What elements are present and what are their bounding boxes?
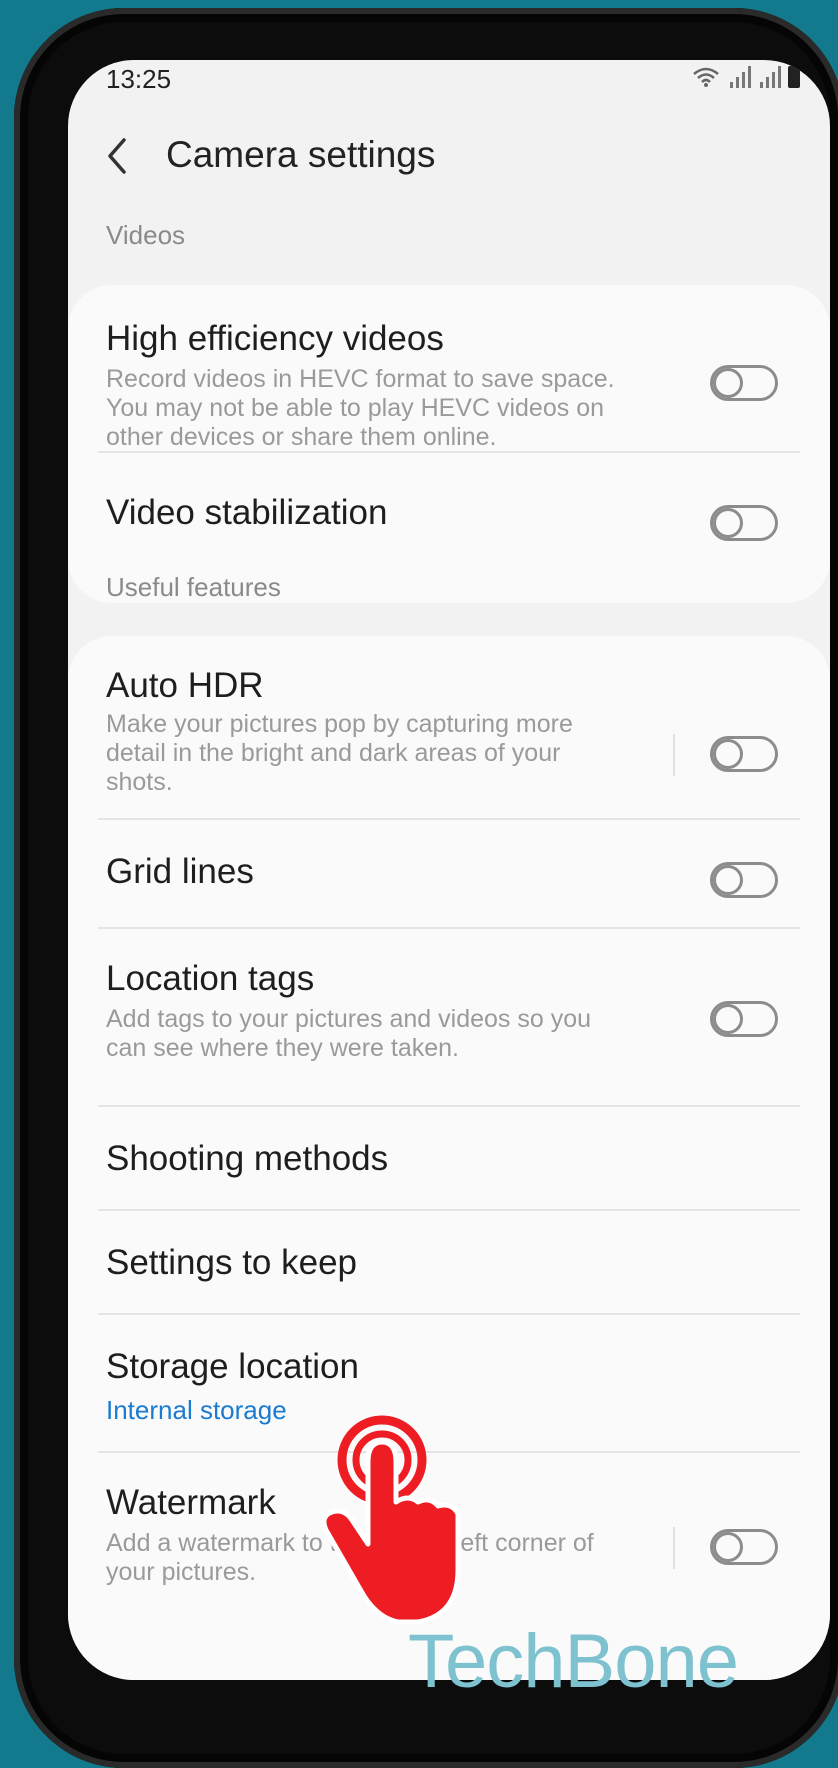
toggle-knob <box>713 1004 743 1034</box>
tap-hand-icon <box>321 1415 461 1625</box>
setting-description: Make your pictures pop by capturing more… <box>106 710 573 796</box>
videos-card: High efficiency videos Record videos in … <box>68 285 830 603</box>
hevc-toggle[interactable] <box>710 365 778 401</box>
setting-high-efficiency-videos[interactable]: High efficiency videos Record videos in … <box>68 285 830 455</box>
separator <box>673 734 675 776</box>
setting-location-tags[interactable]: Location tags Add tags to your pictures … <box>68 929 830 1105</box>
setting-shooting-methods[interactable]: Shooting methods <box>68 1107 830 1209</box>
signal-icon <box>728 66 751 88</box>
setting-title: Settings to keep <box>106 1243 357 1282</box>
setting-description: Record videos in HEVC format to save spa… <box>106 365 615 451</box>
battery-icon <box>788 63 800 88</box>
setting-video-stabilization[interactable]: Video stabilization <box>68 453 830 573</box>
setting-value: Internal storage <box>106 1395 287 1425</box>
toggle-knob <box>713 368 743 398</box>
app-header: Camera settings <box>68 126 830 196</box>
grid-lines-toggle[interactable] <box>710 862 778 898</box>
status-icons <box>692 63 800 88</box>
location-tags-toggle[interactable] <box>710 1001 778 1037</box>
watermark-toggle[interactable] <box>710 1529 778 1565</box>
signal-icon <box>758 66 781 88</box>
page-title: Camera settings <box>166 134 436 175</box>
auto-hdr-toggle[interactable] <box>710 736 778 772</box>
separator <box>673 1527 675 1569</box>
setting-settings-to-keep[interactable]: Settings to keep <box>68 1211 830 1313</box>
setting-title: Storage location <box>106 1347 359 1386</box>
setting-description: Add tags to your pictures and videos so … <box>106 1005 592 1062</box>
setting-auto-hdr[interactable]: Auto HDR Make your pictures pop by captu… <box>68 636 830 816</box>
section-label-videos: Videos <box>106 220 186 250</box>
setting-title: Auto HDR <box>106 666 264 705</box>
back-arrow-icon[interactable] <box>98 134 142 178</box>
status-time: 13:25 <box>106 64 172 94</box>
toggle-knob <box>713 1532 743 1562</box>
toggle-knob <box>713 739 743 769</box>
toggle-knob <box>713 508 743 538</box>
setting-title: Shooting methods <box>106 1139 389 1178</box>
stabilization-toggle[interactable] <box>710 505 778 541</box>
setting-title: Location tags <box>106 959 315 998</box>
setting-title: Video stabilization <box>106 493 388 532</box>
toggle-knob <box>713 865 743 895</box>
status-bar: 13:25 <box>68 60 830 104</box>
setting-title: Watermark <box>106 1483 276 1522</box>
setting-grid-lines[interactable]: Grid lines <box>68 820 830 928</box>
brand-watermark: TechBone <box>408 1619 739 1704</box>
wifi-icon <box>693 67 719 87</box>
setting-title: Grid lines <box>106 852 254 891</box>
section-label-useful-features: Useful features <box>106 572 281 602</box>
setting-title: High efficiency videos <box>106 319 444 358</box>
